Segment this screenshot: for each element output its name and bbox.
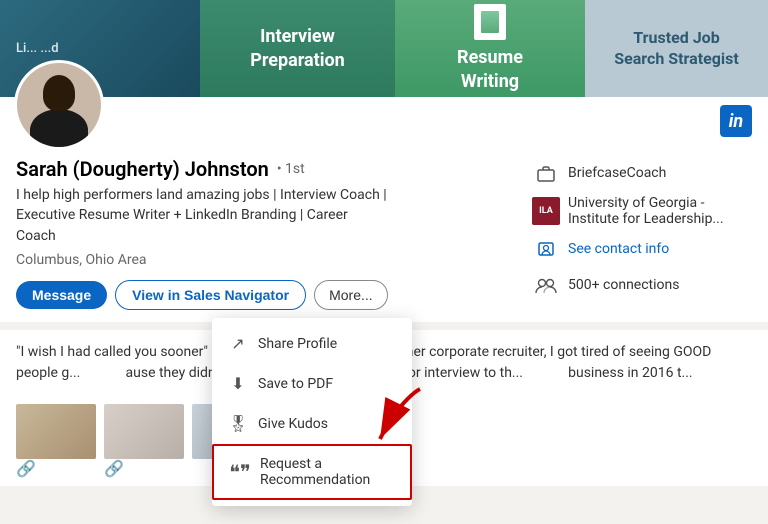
- dropdown-save-pdf[interactable]: ⬇ Save to PDF: [212, 364, 412, 404]
- profile-content: Sarah (Dougherty) Johnston • 1st I help …: [16, 157, 752, 322]
- degree-badge: • 1st: [277, 161, 305, 177]
- company-row: BriefcaseCoach: [532, 159, 752, 187]
- action-buttons: Message View in Sales Navigator More... …: [16, 280, 516, 310]
- image-thumb-1[interactable]: [16, 404, 96, 459]
- banner-trusted-text: Trusted JobSearch Strategist: [614, 28, 739, 70]
- profile-left: Sarah (Dougherty) Johnston • 1st I help …: [16, 157, 532, 322]
- connections-row: 500+ connections: [532, 271, 752, 299]
- share-icon: ↗: [228, 334, 248, 354]
- profile-header-space: [16, 109, 752, 157]
- avatar-hair: [43, 75, 75, 111]
- connections-icon: [532, 271, 560, 299]
- avatar[interactable]: [14, 60, 104, 150]
- profile-headline: I help high performers land amazing jobs…: [16, 185, 516, 246]
- avatar-body: [30, 109, 88, 150]
- more-button[interactable]: More...: [314, 280, 388, 310]
- save-pdf-icon: ⬇: [228, 374, 248, 394]
- banner-interview[interactable]: InterviewPreparation: [200, 0, 395, 97]
- contact-row[interactable]: See contact info: [532, 235, 752, 263]
- kudos-label: Give Kudos: [258, 416, 328, 432]
- see-contact-link[interactable]: See contact info: [568, 241, 669, 257]
- dropdown-recommend[interactable]: ❝❞ Request a Recommendation: [212, 444, 412, 500]
- save-pdf-label: Save to PDF: [258, 376, 333, 392]
- dropdown-kudos[interactable]: 🎖 Give Kudos: [212, 404, 412, 444]
- banner-left-text: Li... ...d: [16, 41, 59, 56]
- company-name: BriefcaseCoach: [568, 165, 666, 181]
- profile-location: Columbus, Ohio Area: [16, 252, 516, 268]
- message-button[interactable]: Message: [16, 281, 107, 309]
- link-icon-2: 🔗: [104, 459, 124, 478]
- resume-icon: [474, 4, 506, 40]
- sales-nav-button[interactable]: View in Sales Navigator: [115, 280, 306, 310]
- briefcase-icon: [532, 159, 560, 187]
- profile-right: BriefcaseCoach ILA University of Georgia…: [532, 157, 752, 322]
- profile-name-row: Sarah (Dougherty) Johnston • 1st: [16, 157, 516, 181]
- link-icon-1: 🔗: [16, 459, 36, 478]
- banner-resume-text: ResumeWriting: [457, 46, 523, 93]
- connections-count: 500+ connections: [568, 277, 679, 293]
- header-banner: Li... ...d InterviewPreparation ResumeWr…: [0, 0, 768, 97]
- contact-icon: [532, 235, 560, 263]
- ila-icon: ILA: [532, 197, 560, 225]
- linkedin-badge: in: [720, 105, 752, 137]
- dropdown-menu: ↗ Share Profile ⬇ Save to PDF 🎖 Give Kud…: [212, 318, 412, 506]
- image-thumb-2[interactable]: [104, 404, 184, 459]
- recommend-label: Request a Recommendation: [260, 456, 394, 488]
- banner-resume[interactable]: ResumeWriting: [395, 0, 585, 97]
- more-label: More...: [329, 287, 373, 303]
- profile-name: Sarah (Dougherty) Johnston: [16, 157, 269, 181]
- university-name: University of Georgia -Institute for Lea…: [568, 195, 724, 227]
- university-row: ILA University of Georgia -Institute for…: [532, 195, 752, 227]
- avatar-person: [24, 69, 94, 147]
- banner-trusted[interactable]: Trusted JobSearch Strategist: [585, 0, 768, 97]
- avatar-container: [14, 60, 104, 150]
- share-label: Share Profile: [258, 336, 337, 352]
- dropdown-share[interactable]: ↗ Share Profile: [212, 324, 412, 364]
- banner-interview-text: InterviewPreparation: [250, 25, 345, 72]
- kudos-icon: 🎖: [228, 414, 248, 434]
- profile-card: in Sarah (Dougherty) Johnston • 1st I he…: [0, 97, 768, 322]
- recommend-icon: ❝❞: [230, 462, 250, 482]
